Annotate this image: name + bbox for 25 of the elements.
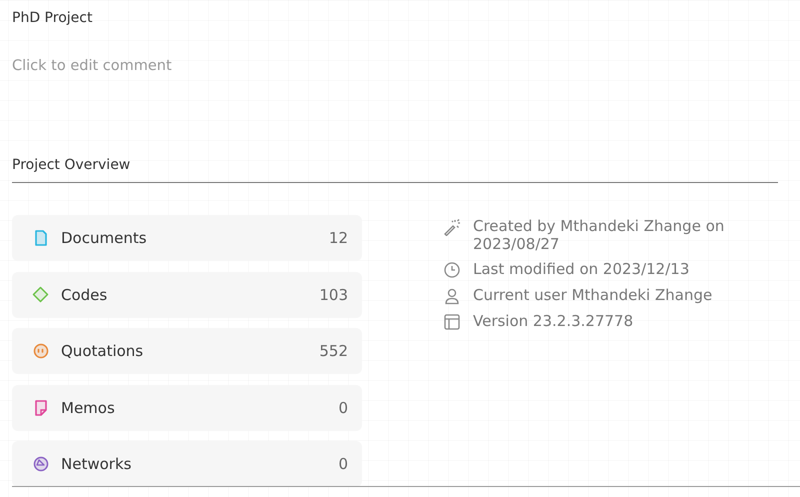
project-title: PhD Project xyxy=(12,10,94,28)
entity-label: Codes xyxy=(61,286,108,304)
entity-label: Memos xyxy=(61,398,116,416)
entity-card[interactable]: Networks 0 xyxy=(12,441,362,487)
info-text: Created by Mthandeki Zhange on 2023/08/27 xyxy=(473,217,726,253)
user-icon xyxy=(443,287,461,305)
entity-card[interactable]: Codes 103 xyxy=(12,272,362,318)
entity-card[interactable]: Memos 0 xyxy=(12,384,362,430)
info-text: Version 23.2.3.27778 xyxy=(473,312,634,330)
entity-label: Quotations xyxy=(61,342,144,360)
entity-count: 552 xyxy=(319,342,348,360)
entity-count: 12 xyxy=(328,229,348,247)
entity-label: Networks xyxy=(61,455,132,473)
entity-count: 103 xyxy=(319,286,348,304)
entity-count: 0 xyxy=(338,398,348,416)
entity-card[interactable]: Quotations 552 xyxy=(12,328,362,374)
magic-wand-icon xyxy=(443,218,461,236)
section-heading: Project Overview xyxy=(12,157,132,175)
entity-count: 0 xyxy=(338,455,348,473)
clock-icon xyxy=(443,261,461,279)
info-text: Current user Mthandeki Zhange xyxy=(473,286,712,304)
info-text: Last modified on 2023/12/13 xyxy=(473,260,690,278)
entity-label: Documents xyxy=(61,229,148,247)
entity-card[interactable]: Documents 12 xyxy=(12,215,362,261)
layout-icon xyxy=(443,313,461,331)
